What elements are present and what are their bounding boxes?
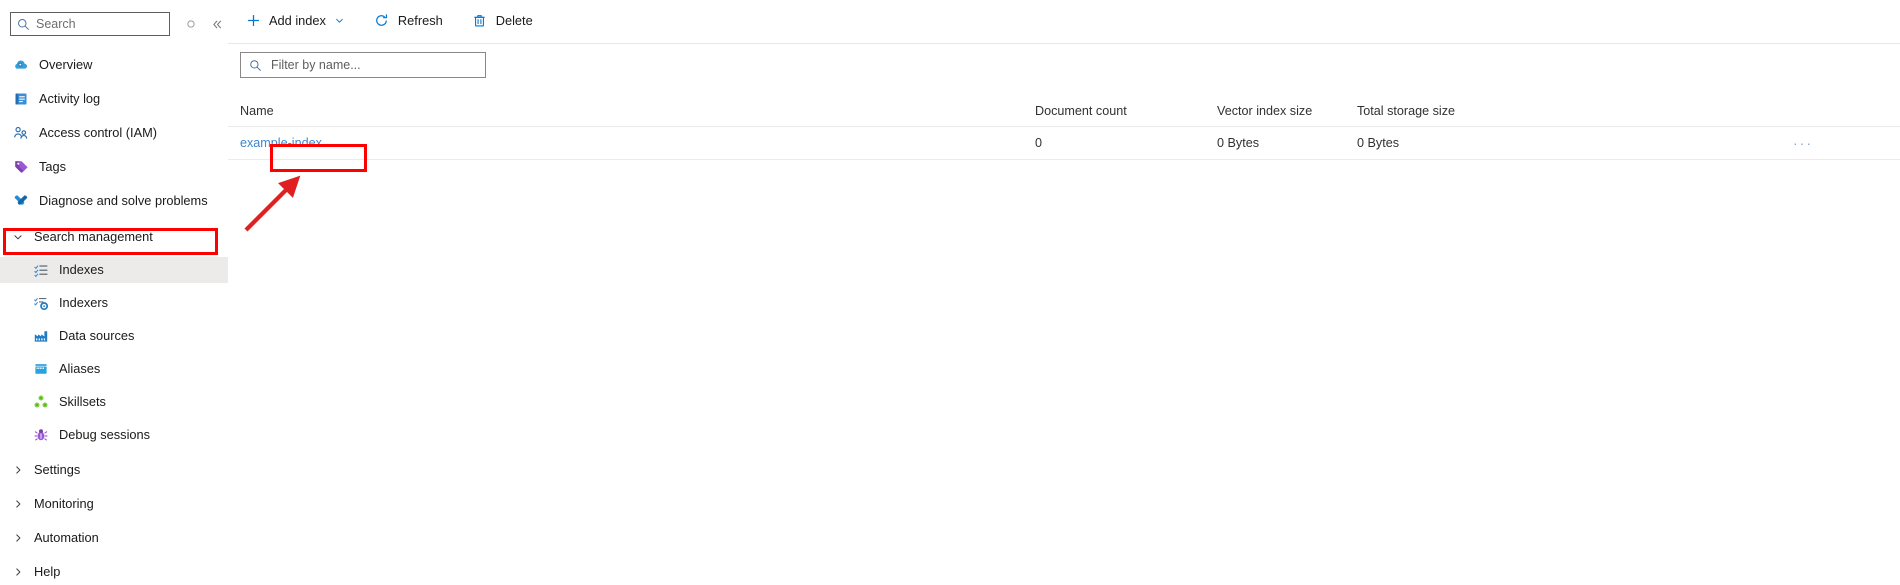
row-overflow-menu-button[interactable]: ··· [1787, 134, 1819, 152]
toolbar-divider [228, 43, 1900, 44]
column-header-document-count[interactable]: Document count [1035, 104, 1217, 118]
sidebar-search-input[interactable]: Search [10, 12, 171, 36]
cloud-overview-icon [12, 56, 30, 74]
cell-row-actions: ··· [1787, 134, 1900, 152]
activity-log-icon [12, 90, 30, 108]
indexes-content-pane: Add index Refresh Delete Filter by name.… [228, 0, 1900, 558]
aliases-icon [32, 360, 50, 378]
sidebar-item-aliases[interactable]: Aliases [0, 356, 228, 382]
sidebar-item-label: Diagnose and solve problems [39, 192, 208, 208]
debug-bug-icon [32, 426, 50, 444]
cell-document-count: 0 [1035, 136, 1043, 150]
chevron-down-icon [10, 228, 26, 246]
sidebar-item-access-control[interactable]: Access control (IAM) [0, 120, 228, 146]
sidebar-group-label: Help [34, 563, 61, 579]
command-toolbar: Add index Refresh Delete [228, 0, 1900, 40]
sidebar-group-label: Settings [34, 461, 81, 477]
sidebar-item-indexers[interactable]: Indexers [0, 290, 228, 316]
sidebar-group-label: Automation [34, 529, 99, 545]
sidebar-item-label: Data sources [59, 327, 135, 343]
column-header-name[interactable]: Name [240, 104, 1035, 118]
sidebar-item-diagnose-and-solve-problems[interactable]: Diagnose and solve problems [0, 188, 228, 214]
delete-label: Delete [495, 12, 533, 28]
add-index-button[interactable]: Add index [240, 5, 355, 35]
sidebar-item-label: Indexes [59, 261, 104, 277]
sidebar-group-label: Monitoring [34, 495, 94, 511]
cell-vector-index-size: 0 Bytes [1217, 136, 1259, 150]
tag-icon [12, 158, 30, 176]
sidebar-item-label: Indexers [59, 294, 109, 310]
table-row[interactable]: example-index 0 0 Bytes 0 Bytes ··· [228, 126, 1900, 160]
sidebar-search-placeholder: Search [36, 16, 76, 31]
sidebar-item-overview[interactable]: Overview [0, 52, 228, 78]
refresh-button[interactable]: Refresh [369, 5, 453, 35]
indexes-icon [32, 261, 50, 279]
sidebar-group-search-management[interactable]: Search management [0, 224, 228, 250]
sidebar-group-help[interactable]: Help [0, 559, 228, 585]
column-header-total-storage-size[interactable]: Total storage size [1357, 104, 1787, 118]
cell-total-storage-size: 0 Bytes [1357, 136, 1399, 150]
chevron-right-icon [10, 563, 26, 581]
refresh-circular-arrow-icon [373, 11, 391, 29]
delete-button[interactable]: Delete [467, 5, 543, 35]
resource-menu-sidebar: Search Overview Activity log Access cont… [0, 0, 228, 577]
filter-area: Filter by name... [228, 40, 1900, 78]
pin-icon[interactable] [180, 13, 201, 35]
sidebar-item-debug-sessions[interactable]: Debug sessions [0, 422, 228, 448]
skillsets-icon [32, 393, 50, 411]
sidebar-item-label: Debug sessions [59, 426, 151, 442]
filter-by-name-input[interactable]: Filter by name... [240, 52, 486, 78]
sidebar-nav: Overview Activity log Access control (IA… [0, 44, 228, 585]
sidebar-item-label: Tags [39, 158, 67, 174]
search-icon [17, 18, 30, 31]
indexes-table: Name Document count Vector index size To… [228, 96, 1900, 160]
chevron-right-icon [10, 495, 26, 513]
sidebar-search-row: Search [0, 10, 228, 38]
sidebar-item-skillsets[interactable]: Skillsets [0, 389, 228, 415]
azure-portal-page: Search Overview Activity log Access cont… [0, 0, 1900, 577]
sidebar-group-monitoring[interactable]: Monitoring [0, 491, 228, 517]
sidebar-item-label: Activity log [39, 90, 101, 106]
sidebar-group-settings[interactable]: Settings [0, 457, 228, 483]
add-index-label: Add index [269, 12, 326, 28]
data-sources-icon [32, 327, 50, 345]
sidebar-item-label: Access control (IAM) [39, 124, 158, 140]
sidebar-item-label: Overview [39, 56, 93, 72]
sidebar-group-automation[interactable]: Automation [0, 525, 228, 551]
plus-icon [244, 11, 262, 29]
double-chevron-left-icon[interactable] [207, 13, 228, 35]
people-access-icon [12, 124, 30, 142]
table-header-row: Name Document count Vector index size To… [228, 96, 1900, 126]
wrench-cross-icon [12, 192, 30, 210]
trash-can-icon [471, 11, 489, 29]
indexers-icon [32, 294, 50, 312]
sidebar-item-indexes[interactable]: Indexes [0, 257, 228, 283]
chevron-right-icon [10, 529, 26, 547]
refresh-label: Refresh [397, 12, 443, 28]
sidebar-item-label: Skillsets [59, 393, 106, 409]
chevron-down-icon[interactable] [334, 15, 345, 26]
sidebar-item-activity-log[interactable]: Activity log [0, 86, 228, 112]
search-icon [249, 59, 262, 72]
sidebar-item-tags[interactable]: Tags [0, 154, 228, 180]
index-name-link[interactable]: example-index [240, 136, 322, 150]
chevron-right-icon [10, 461, 26, 479]
cell-index-name: example-index [240, 136, 1035, 150]
filter-placeholder: Filter by name... [271, 57, 361, 72]
column-header-vector-index-size[interactable]: Vector index size [1217, 104, 1357, 118]
sidebar-item-data-sources[interactable]: Data sources [0, 323, 228, 349]
sidebar-item-label: Aliases [59, 360, 101, 376]
sidebar-group-label: Search management [34, 228, 153, 244]
